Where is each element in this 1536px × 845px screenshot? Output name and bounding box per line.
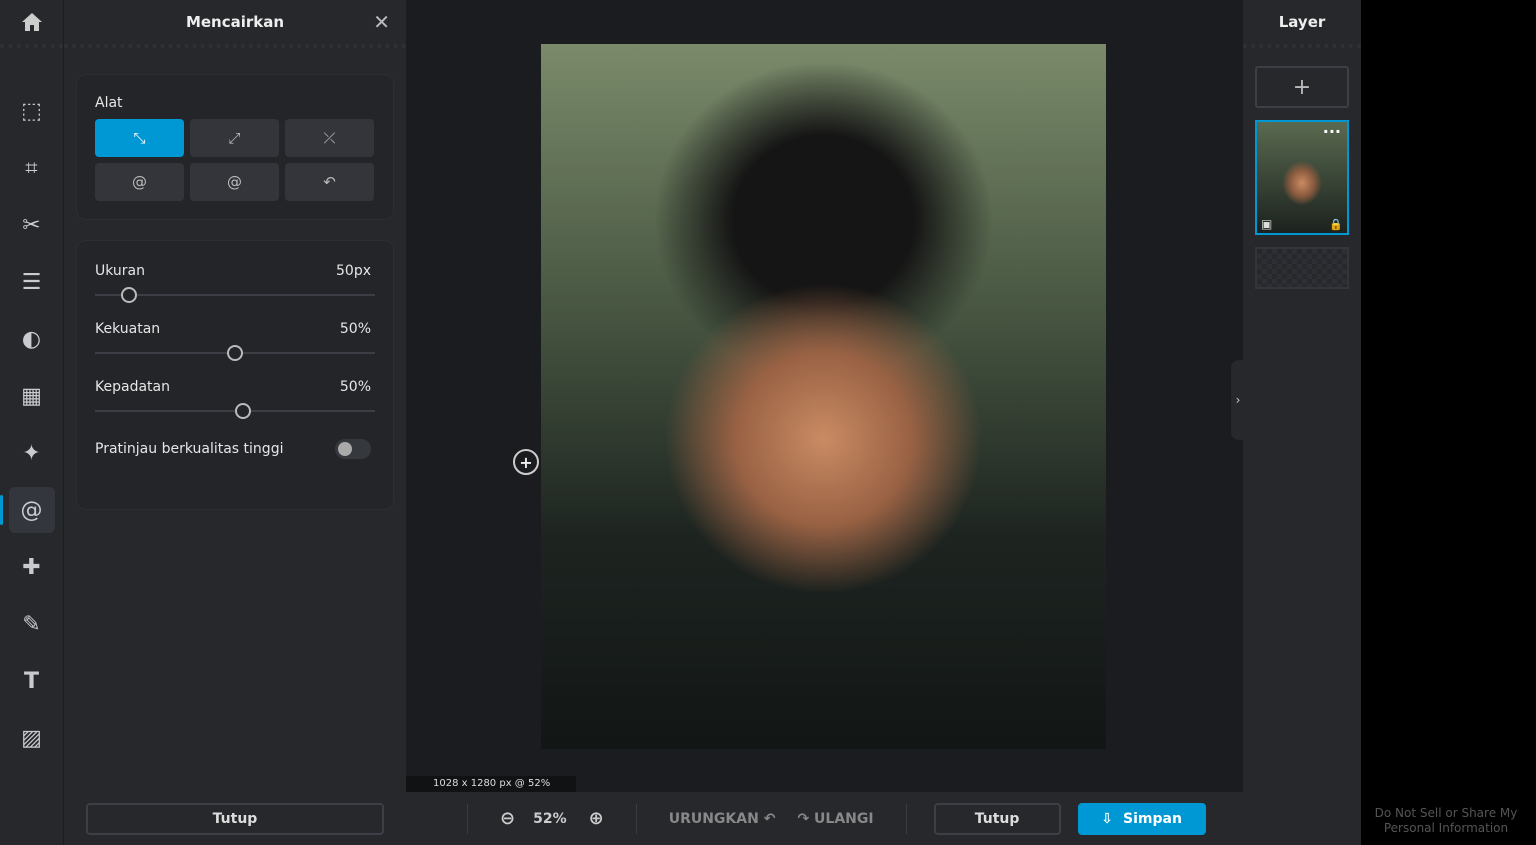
tools-label: Alat <box>95 95 123 111</box>
strength-label: Kekuatan <box>95 321 161 337</box>
bloat-button[interactable]: ⤢ <box>190 119 279 157</box>
undo-icon: ↶ <box>323 173 336 191</box>
select-icon: ⬚ <box>21 98 42 124</box>
crop-tool[interactable]: ⌗ <box>9 145 55 191</box>
forward-warp-button[interactable]: ⤡ <box>95 119 184 157</box>
spiral-icon: @ <box>20 497 43 523</box>
texture-tool[interactable]: ▨ <box>9 715 55 761</box>
image-size-info: 1028 x 1280 px @ 52% <box>406 776 576 792</box>
contrast-icon: ◐ <box>21 326 42 352</box>
save-button[interactable]: ⇩ Simpan <box>1077 802 1206 835</box>
undo-button[interactable]: URUNGKAN ↶ <box>669 811 776 827</box>
text-tool[interactable]: T <box>9 658 55 704</box>
panel-title: Mencairkan <box>185 13 285 31</box>
expand-icon: ⤢ <box>228 129 241 147</box>
portrait-photo[interactable] <box>541 44 1106 749</box>
strength-value: 50% <box>339 321 371 337</box>
tool-rail: ⬚ ⌗ ✂ ☰ ◐ ▦ ✦ @ ✚ ✎ T ▨ <box>0 0 64 845</box>
home-icon <box>21 13 42 31</box>
heal-tool[interactable]: ✚ <box>9 544 55 590</box>
size-value: 50px <box>336 263 371 279</box>
redo-button[interactable]: ↷ ULANGI <box>797 811 873 827</box>
hatch-icon: ▨ <box>21 725 42 751</box>
cutout-tool[interactable]: ✂ <box>9 202 55 248</box>
size-label: Ukuran <box>95 263 146 279</box>
collapse-icon: ⤫ <box>323 129 336 147</box>
lock-icon[interactable]: 🔒 <box>1329 218 1343 231</box>
bottom-toolbar: ⊖ 52% ⊕ URUNGKAN ↶ ↷ ULANGI Tutup ⇩ Simpa… <box>406 792 1243 845</box>
brush-cursor-icon: + <box>513 449 539 475</box>
privacy-link[interactable]: Do Not Sell or Share My Personal Informa… <box>1362 806 1530 836</box>
scissors-icon: ✂ <box>22 212 41 238</box>
brush-tool[interactable]: ✎ <box>9 601 55 647</box>
transparent-layer[interactable] <box>1255 247 1349 289</box>
effects-icon: ▦ <box>21 383 42 409</box>
panel-close-button[interactable]: Tutup <box>86 803 384 835</box>
redo-icon: ↷ <box>797 810 810 827</box>
strength-slider[interactable] <box>95 343 375 363</box>
close-icon[interactable]: ✕ <box>373 10 390 34</box>
tools-card: Alat ⤡ ⤢ ⤫ @ @ ↶ <box>76 74 394 220</box>
save-label: Simpan <box>1123 810 1182 827</box>
pinch-button[interactable]: ⤫ <box>285 119 374 157</box>
filter-tool[interactable]: ◐ <box>9 316 55 362</box>
brush-icon: ✎ <box>22 611 41 637</box>
sliders-icon: ☰ <box>21 269 42 295</box>
adjust-tool[interactable]: ☰ <box>9 259 55 305</box>
ai-tool[interactable]: ✦ <box>9 430 55 476</box>
add-layer-button[interactable]: + <box>1255 66 1349 108</box>
more-icon[interactable]: ··· <box>1323 122 1341 141</box>
settings-card: Ukuran 50px Kekuatan 50% Kepadatan 50% Prat… <box>76 240 394 510</box>
image-icon: ▣ <box>1261 217 1273 231</box>
arrows-diagonal-icon: ⤡ <box>133 129 146 147</box>
zoom-level: 52% <box>533 810 567 827</box>
download-icon: ⇩ <box>1101 810 1113 827</box>
liquify-tool[interactable]: @ <box>0 487 55 533</box>
twirl-left-button[interactable]: @ <box>95 163 184 201</box>
crop-icon: ⌗ <box>25 155 38 181</box>
text-icon: T <box>23 668 39 694</box>
bandage-icon: ✚ <box>22 554 41 580</box>
twirl-right-button[interactable]: @ <box>190 163 279 201</box>
size-slider[interactable] <box>95 285 375 305</box>
layers-panel: Layer + ··· ▣ 🔒 <box>1243 0 1361 845</box>
reconstruct-button[interactable]: ↶ <box>285 163 374 201</box>
chevron-right-icon: › <box>1235 393 1241 407</box>
density-label: Kepadatan <box>95 379 170 395</box>
home-button[interactable] <box>0 0 63 48</box>
select-tool[interactable]: ⬚ <box>9 88 55 134</box>
effects-tool[interactable]: ▦ <box>9 373 55 419</box>
undo-icon: ↶ <box>763 810 776 827</box>
spiral-right-icon: @ <box>227 173 242 191</box>
redo-label: ULANGI <box>814 810 874 827</box>
undo-label: URUNGKAN <box>668 810 759 827</box>
hq-preview-toggle[interactable] <box>335 439 371 459</box>
sparkle-icon: ✦ <box>22 440 41 466</box>
layers-title: Layer <box>1278 13 1326 31</box>
density-slider[interactable] <box>95 401 375 421</box>
canvas-area[interactable]: + 1028 x 1280 px @ 52% <box>406 0 1243 792</box>
hq-preview-label: Pratinjau berkualitas tinggi <box>95 441 284 457</box>
density-value: 50% <box>339 379 371 395</box>
layer-thumbnail[interactable]: ··· ▣ 🔒 <box>1255 120 1349 235</box>
liquify-panel: Mencairkan ✕ Alat ⤡ ⤢ ⤫ @ @ ↶ Ukuran 50px … <box>64 0 406 845</box>
zoom-out-icon[interactable]: ⊖ <box>500 808 515 829</box>
zoom-in-icon[interactable]: ⊕ <box>589 808 604 829</box>
close-button[interactable]: Tutup <box>933 802 1061 835</box>
spiral-left-icon: @ <box>132 173 147 191</box>
